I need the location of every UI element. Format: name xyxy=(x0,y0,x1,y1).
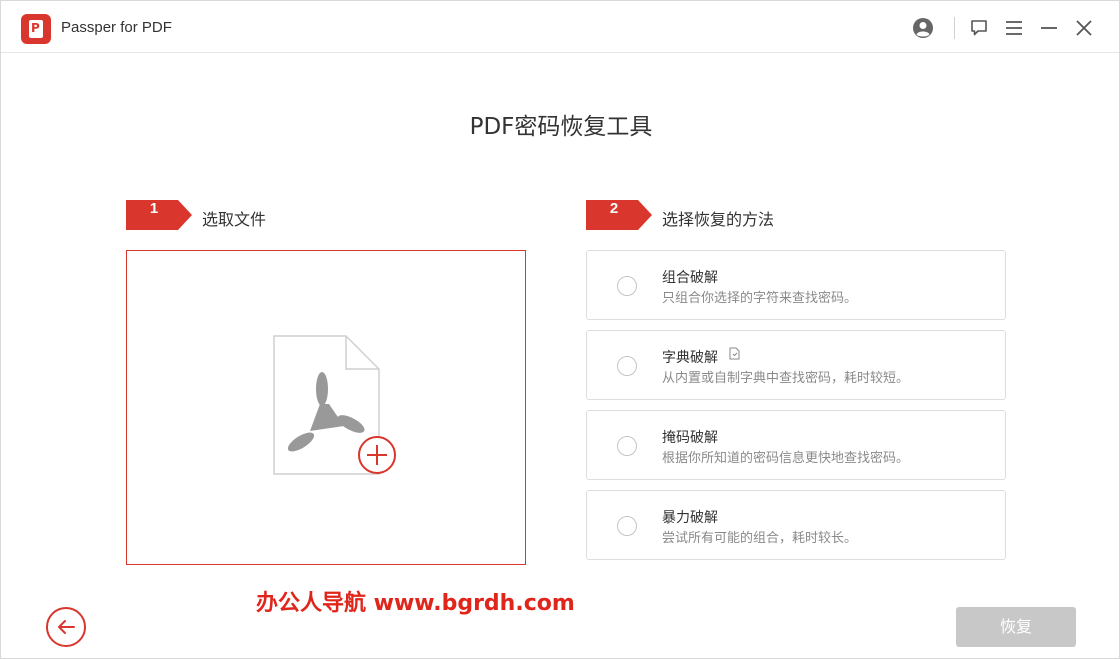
app-logo-icon: P xyxy=(21,14,51,44)
option-mask-attack[interactable]: 掩码破解 根据你所知道的密码信息更快地查找密码。 xyxy=(586,410,1006,480)
option-title: 暴力破解 xyxy=(662,510,718,526)
menu-icon[interactable] xyxy=(1001,15,1027,41)
page-title: PDF密码恢复工具 xyxy=(469,114,653,140)
option-description: 只组合你选择的字符来查找密码。 xyxy=(662,291,858,306)
watermark-text: 办公人导航 www.bgrdh.com xyxy=(256,591,575,616)
option-combination-attack[interactable]: 组合破解 只组合你选择的字符来查找密码。 xyxy=(586,250,1006,320)
dictionary-file-icon[interactable] xyxy=(728,347,742,361)
step-1-header: 1 选取文件 xyxy=(126,200,426,230)
radio-button[interactable] xyxy=(617,516,637,536)
radio-button[interactable] xyxy=(617,436,637,456)
title-bar-separator xyxy=(954,17,955,39)
option-title: 字典破解 xyxy=(662,350,718,366)
step-1-label: 选取文件 xyxy=(202,210,267,229)
back-button[interactable] xyxy=(46,607,86,647)
radio-button[interactable] xyxy=(617,356,637,376)
app-title: Passper for PDF xyxy=(61,19,172,36)
add-pdf-file-icon xyxy=(273,335,396,475)
step-2-label: 选择恢复的方法 xyxy=(662,210,775,229)
option-description: 尝试所有可能的组合，耗时较长。 xyxy=(662,531,858,546)
close-icon[interactable] xyxy=(1071,15,1097,41)
option-dictionary-attack[interactable]: 字典破解 从内置或自制字典中查找密码，耗时较短。 xyxy=(586,330,1006,400)
app-window: P Passper for PDF PDF密码恢复工具 1 选取文件 2 选择恢… xyxy=(0,0,1120,659)
feedback-icon[interactable] xyxy=(966,15,992,41)
minimize-icon[interactable] xyxy=(1036,15,1062,41)
step-2-number: 2 xyxy=(609,200,619,217)
recover-button[interactable]: 恢复 xyxy=(956,607,1076,647)
arrow-left-icon xyxy=(58,620,75,634)
option-title: 组合破解 xyxy=(662,270,718,286)
option-brute-force-attack[interactable]: 暴力破解 尝试所有可能的组合，耗时较长。 xyxy=(586,490,1006,560)
step-1-number: 1 xyxy=(149,200,159,217)
option-description: 根据你所知道的密码信息更快地查找密码。 xyxy=(662,451,910,466)
radio-button[interactable] xyxy=(617,276,637,296)
file-drop-zone[interactable] xyxy=(126,250,526,565)
title-bar: P Passper for PDF xyxy=(1,1,1119,53)
account-icon[interactable] xyxy=(910,15,936,41)
option-title: 掩码破解 xyxy=(662,430,718,446)
step-2-header: 2 选择恢复的方法 xyxy=(586,200,886,230)
option-description: 从内置或自制字典中查找密码，耗时较短。 xyxy=(662,371,910,386)
